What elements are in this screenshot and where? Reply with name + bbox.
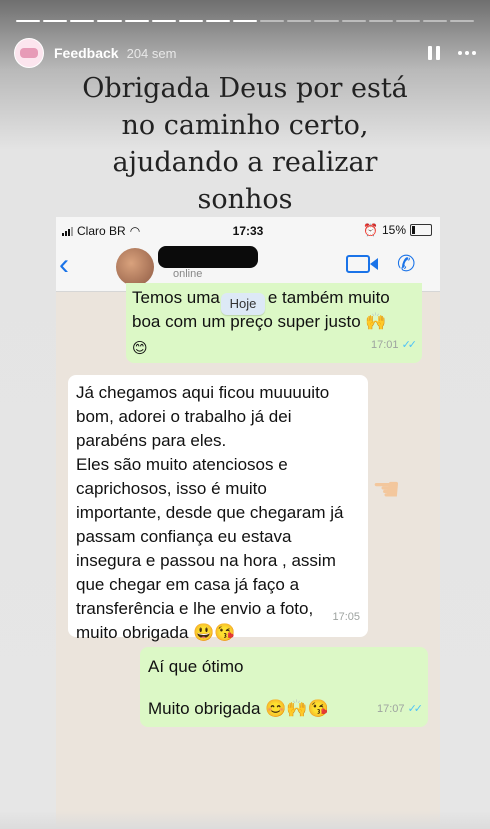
back-icon[interactable]: ‹	[59, 248, 69, 282]
battery-icon	[410, 224, 432, 236]
progress-segment	[233, 20, 258, 22]
account-name[interactable]: Feedback	[54, 45, 119, 61]
message-line: e também muito	[267, 288, 390, 307]
message-time: 17:01	[370, 339, 399, 351]
message-line: muito obrigada 😃😘	[76, 623, 236, 642]
message-line: Aí que ótimo	[148, 657, 244, 676]
message-bubble-outgoing: Aí que ótimo Muito obrigada 😊🙌😘 17:07 ✓✓	[140, 647, 428, 727]
message-line: bom, adorei o trabalho já dei	[76, 407, 292, 426]
profile-avatar[interactable]	[14, 38, 44, 68]
progress-segment	[395, 20, 420, 22]
progress-segment	[287, 20, 312, 22]
message-bubble-outgoing: Temos uma e também muito boa com um preço…	[126, 283, 422, 363]
progress-segment	[16, 20, 41, 22]
story-caption: Obrigada Deus por está no caminho certo,…	[0, 70, 490, 218]
contact-avatar[interactable]	[116, 248, 154, 286]
progress-segment	[70, 20, 95, 22]
progress-segment	[368, 20, 393, 22]
progress-segment	[260, 20, 285, 22]
message-line: Muito obrigada 😊🙌😘	[148, 699, 329, 718]
redacted-contact-name	[158, 246, 258, 268]
pointing-hand-icon: ☚	[372, 470, 401, 508]
battery-percent: 15%	[381, 223, 406, 237]
story-age: 204 sem	[126, 45, 177, 61]
phone-status-bar: Claro BR ◠ 17:33 ⏰ 15%	[56, 217, 440, 243]
message-line: insegura e passou na hora , assim	[76, 551, 336, 570]
date-chip: Hoje	[221, 293, 265, 315]
progress-segment	[422, 20, 447, 22]
read-receipt-icon: ✓✓	[407, 703, 424, 715]
more-options-icon[interactable]	[458, 51, 476, 55]
message-line: Temos uma	[132, 288, 220, 307]
pause-icon[interactable]	[428, 46, 440, 60]
message-line: importante, desde que chegaram já	[76, 503, 344, 522]
alarm-icon: ⏰	[363, 223, 378, 237]
progress-segment	[341, 20, 366, 22]
caption-line: sonhos	[197, 184, 293, 215]
message-time: 17:05	[332, 611, 360, 623]
progress-segment	[314, 20, 339, 22]
read-receipt-icon: ✓✓	[401, 339, 418, 351]
message-line: Eles são muito atenciosos e	[76, 455, 288, 474]
contact-status: online	[173, 268, 203, 280]
message-bubble-incoming: Já chegamos aqui ficou muuuuito bom, ado…	[68, 375, 368, 642]
chat-screenshot: Claro BR ◠ 17:33 ⏰ 15% ‹ online ✆ Temos …	[56, 217, 440, 829]
progress-segment	[205, 20, 230, 22]
message-line: caprichosos, isso é muito	[76, 479, 267, 498]
progress-segment	[450, 20, 475, 22]
message-line: passam confiança eu estava	[76, 527, 292, 546]
caption-line: ajudando a realizar	[112, 147, 378, 178]
progress-segment	[43, 20, 68, 22]
message-time: 17:07	[376, 703, 405, 715]
progress-segment	[97, 20, 122, 22]
progress-segment	[178, 20, 203, 22]
story-progress-bar	[16, 20, 475, 23]
story-header: Feedback 204 sem	[14, 38, 476, 68]
message-line: que chegar em casa já faço a	[76, 575, 300, 594]
message-line: transferência e lhe envio a foto,	[76, 599, 314, 618]
progress-segment	[151, 20, 176, 22]
message-line: Já chegamos aqui ficou muuuuito	[76, 383, 330, 402]
phone-icon[interactable]: ✆	[397, 251, 415, 277]
message-line: parabéns para eles.	[76, 431, 227, 450]
bottom-fade	[0, 811, 490, 829]
video-call-icon[interactable]	[346, 255, 378, 273]
progress-segment	[124, 20, 149, 22]
caption-line: no caminho certo,	[121, 110, 369, 141]
caption-line: Obrigada Deus por está	[82, 73, 408, 104]
message-line: 😊	[132, 339, 148, 357]
